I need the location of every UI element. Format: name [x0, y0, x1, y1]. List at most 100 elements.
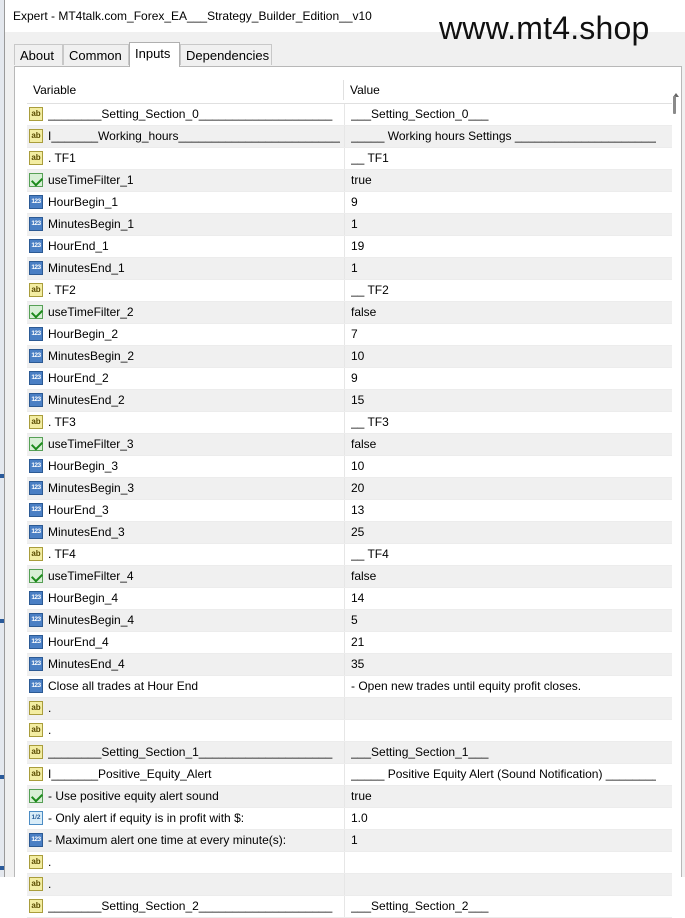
value-cell[interactable]: _____ Positive Equity Alert (Sound Notif…	[344, 764, 661, 785]
variable-cell[interactable]: ab.	[27, 720, 343, 741]
table-row[interactable]: 123 HourBegin_2 7	[27, 324, 672, 346]
table-row[interactable]: 123 MinutesEnd_2 15	[27, 390, 672, 412]
variable-cell[interactable]: 123 Close all trades at Hour End	[27, 676, 343, 697]
table-row[interactable]: 123 MinutesBegin_4 5	[27, 610, 672, 632]
value-cell[interactable]: 5	[344, 610, 661, 631]
value-cell[interactable]: ___Setting_Section_2___	[344, 896, 661, 917]
value-cell[interactable]: 21	[344, 632, 661, 653]
variable-cell[interactable]: ab ________Setting_Section_1_____________…	[27, 742, 343, 763]
variable-cell[interactable]: 123 MinutesEnd_4	[27, 654, 343, 675]
value-cell[interactable]: false	[344, 566, 661, 587]
value-cell[interactable]	[344, 720, 661, 741]
variable-cell[interactable]: 123 MinutesEnd_1	[27, 258, 343, 279]
value-cell[interactable]: true	[344, 786, 661, 807]
variable-cell[interactable]: ab.	[27, 874, 343, 895]
table-row[interactable]: ab . TF1 __ TF1	[27, 148, 672, 170]
table-row[interactable]: 123 HourEnd_2 9	[27, 368, 672, 390]
value-cell[interactable]: 14	[344, 588, 661, 609]
variable-cell[interactable]: 123 HourBegin_2	[27, 324, 343, 345]
tab-dependencies[interactable]: Dependencies	[180, 44, 272, 65]
table-row[interactable]: 123 MinutesBegin_2 10	[27, 346, 672, 368]
variable-cell[interactable]: ab ________Setting_Section_0_____________…	[27, 104, 343, 125]
table-row[interactable]: 123 - Maximum alert one time at every min…	[27, 830, 672, 852]
variable-cell[interactable]: 123 MinutesBegin_3	[27, 478, 343, 499]
value-cell[interactable]: 1	[344, 214, 661, 235]
value-cell[interactable]: 10	[344, 456, 661, 477]
table-row[interactable]: ab.	[27, 720, 672, 742]
table-row[interactable]: 123 HourBegin_1 9	[27, 192, 672, 214]
value-cell[interactable]: ___Setting_Section_1___	[344, 742, 661, 763]
variable-cell[interactable]: ab ________Setting_Section_2_____________…	[27, 896, 343, 917]
table-row[interactable]: 123 HourBegin_4 14	[27, 588, 672, 610]
table-row[interactable]: useTimeFilter_2 false	[27, 302, 672, 324]
value-cell[interactable]: __ TF3	[344, 412, 661, 433]
value-cell[interactable]: 25	[344, 522, 661, 543]
table-row[interactable]: 123 HourEnd_4 21	[27, 632, 672, 654]
variable-cell[interactable]: 1/2 - Only alert if equity is in profit w…	[27, 808, 343, 829]
table-row[interactable]: 123 MinutesBegin_3 20	[27, 478, 672, 500]
table-row[interactable]: - Use positive equity alert sound true	[27, 786, 672, 808]
value-cell[interactable]: 10	[344, 346, 661, 367]
table-row[interactable]: 123 Close all trades at Hour End - Open ne…	[27, 676, 672, 698]
variable-cell[interactable]: 123 HourBegin_1	[27, 192, 343, 213]
value-cell[interactable]: ___Setting_Section_0___	[344, 104, 661, 125]
variable-cell[interactable]: ab . TF2	[27, 280, 343, 301]
variable-cell[interactable]: 123 HourBegin_3	[27, 456, 343, 477]
variable-cell[interactable]: ab.	[27, 698, 343, 719]
value-cell[interactable]: 7	[344, 324, 661, 345]
column-header-value[interactable]: Value	[350, 83, 380, 97]
vertical-scrollbar[interactable]	[672, 93, 682, 878]
value-cell[interactable]: false	[344, 434, 661, 455]
value-cell[interactable]: 13	[344, 500, 661, 521]
variable-cell[interactable]: 123 MinutesEnd_3	[27, 522, 343, 543]
value-cell[interactable]: __ TF4	[344, 544, 661, 565]
value-cell[interactable]: _____ Working hours Settings ___________…	[344, 126, 661, 147]
table-row[interactable]: ab ________Setting_Section_2_____________…	[27, 896, 672, 918]
variable-cell[interactable]: ab . TF1	[27, 148, 343, 169]
variable-cell[interactable]: 123 HourEnd_1	[27, 236, 343, 257]
table-row[interactable]: 123 HourEnd_1 19	[27, 236, 672, 258]
value-cell[interactable]: 9	[344, 192, 661, 213]
scrollbar-thumb[interactable]	[673, 96, 676, 114]
variable-cell[interactable]: useTimeFilter_3	[27, 434, 343, 455]
value-cell[interactable]: 1	[344, 830, 661, 851]
value-cell[interactable]: 1	[344, 258, 661, 279]
value-cell[interactable]: 15	[344, 390, 661, 411]
variable-cell[interactable]: 123 HourEnd_2	[27, 368, 343, 389]
value-cell[interactable]: - Open new trades until equity profit cl…	[344, 676, 661, 697]
value-cell[interactable]: __ TF2	[344, 280, 661, 301]
table-row[interactable]: ab.	[27, 852, 672, 874]
variable-cell[interactable]: - Use positive equity alert sound	[27, 786, 343, 807]
table-row[interactable]: 123 MinutesEnd_3 25	[27, 522, 672, 544]
variable-cell[interactable]: ab . TF3	[27, 412, 343, 433]
value-cell[interactable]: 19	[344, 236, 661, 257]
table-row[interactable]: ab I_______Positive_Equity_Alert _____ Pos…	[27, 764, 672, 786]
variable-cell[interactable]: 123 MinutesBegin_1	[27, 214, 343, 235]
variable-cell[interactable]: ab.	[27, 852, 343, 873]
table-row[interactable]: useTimeFilter_1 true	[27, 170, 672, 192]
tab-about[interactable]: About	[14, 44, 63, 65]
table-row[interactable]: 123 HourBegin_3 10	[27, 456, 672, 478]
value-cell[interactable]: 9	[344, 368, 661, 389]
value-cell[interactable]	[344, 874, 661, 895]
value-cell[interactable]	[344, 852, 661, 873]
value-cell[interactable]: 35	[344, 654, 661, 675]
variable-cell[interactable]: ab . TF4	[27, 544, 343, 565]
table-row[interactable]: ab.	[27, 874, 672, 896]
variable-cell[interactable]: 123 MinutesBegin_2	[27, 346, 343, 367]
column-header-variable[interactable]: Variable	[33, 83, 76, 97]
value-cell[interactable]: true	[344, 170, 661, 191]
variable-cell[interactable]: 123 HourEnd_3	[27, 500, 343, 521]
table-row[interactable]: ab . TF4 __ TF4	[27, 544, 672, 566]
value-cell[interactable]: false	[344, 302, 661, 323]
value-cell[interactable]: 20	[344, 478, 661, 499]
variable-cell[interactable]: 123 - Maximum alert one time at every min…	[27, 830, 343, 851]
variable-cell[interactable]: useTimeFilter_2	[27, 302, 343, 323]
tab-inputs[interactable]: Inputs	[129, 42, 180, 67]
variable-cell[interactable]: ab I_______Working_hours_________________…	[27, 126, 343, 147]
table-row[interactable]: ab ________Setting_Section_0_____________…	[27, 104, 672, 126]
table-row[interactable]: ab ________Setting_Section_1_____________…	[27, 742, 672, 764]
value-cell[interactable]: __ TF1	[344, 148, 661, 169]
variable-cell[interactable]: useTimeFilter_1	[27, 170, 343, 191]
table-row[interactable]: 123 MinutesEnd_1 1	[27, 258, 672, 280]
